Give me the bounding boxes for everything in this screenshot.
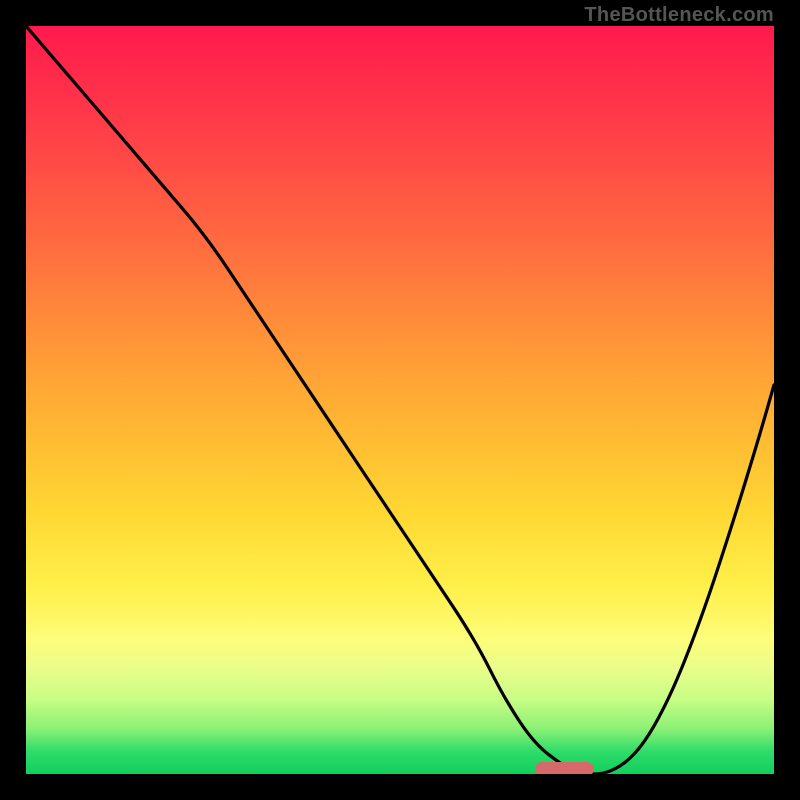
plot-area — [26, 26, 774, 774]
optimal-marker — [535, 762, 595, 774]
bottleneck-curve — [26, 26, 774, 774]
curve-layer — [26, 26, 774, 774]
chart-frame: TheBottleneck.com — [0, 0, 800, 800]
watermark-text: TheBottleneck.com — [584, 4, 774, 27]
